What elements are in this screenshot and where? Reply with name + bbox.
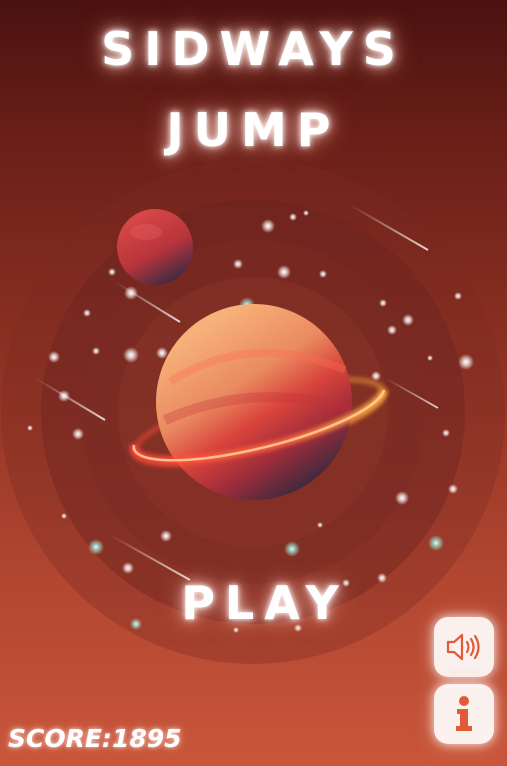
speaker-icon xyxy=(444,632,484,662)
sound-toggle-button[interactable] xyxy=(434,617,494,677)
background-scene xyxy=(1,160,505,664)
score-display: SCORE:1895 xyxy=(8,724,182,753)
small-planet xyxy=(117,209,193,285)
info-icon xyxy=(449,694,479,734)
score-label: SCORE: xyxy=(8,724,112,753)
info-button[interactable] xyxy=(434,684,494,744)
play-button[interactable]: PLAY xyxy=(140,572,390,634)
score-value: 1895 xyxy=(111,724,182,753)
